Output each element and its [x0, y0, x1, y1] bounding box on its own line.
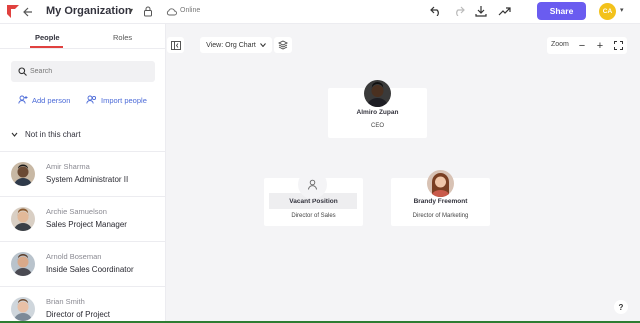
redo-icon[interactable]	[451, 3, 467, 19]
node-name: Almiro Zupan	[356, 109, 399, 116]
person-role: Sales Project Manager	[46, 220, 127, 229]
person-name: Archie Samuelson	[46, 207, 107, 216]
zoom-in-icon[interactable]: +	[593, 38, 607, 53]
node-photo-avatar[interactable]	[427, 170, 454, 197]
search-input[interactable]	[30, 64, 150, 79]
document-title[interactable]: My Organization	[46, 5, 132, 17]
trending-up-icon[interactable]	[496, 3, 512, 19]
tab-divider	[0, 48, 165, 49]
zoom-controls: Zoom − +	[547, 37, 627, 54]
chevron-down-icon	[259, 42, 266, 49]
add-person-label: Add person	[32, 96, 71, 105]
add-person-button[interactable]: Add person	[18, 95, 70, 106]
search-box[interactable]	[11, 61, 155, 82]
view-selector[interactable]: View: Org Chart	[200, 37, 272, 53]
vacant-person-icon[interactable]	[298, 170, 327, 199]
lock-icon[interactable]	[143, 6, 153, 17]
zoom-out-icon[interactable]: −	[575, 38, 589, 53]
avatar	[11, 252, 35, 276]
sidebar: People Roles Add person Import people No…	[0, 24, 166, 323]
app-logo-icon[interactable]	[6, 4, 20, 19]
tab-roles[interactable]: Roles	[113, 33, 132, 42]
not-in-chart-section-toggle[interactable]: Not in this chart	[11, 130, 81, 139]
list-item[interactable]: Archie Samuelson Sales Project Manager	[0, 197, 165, 241]
node-role: Director of Sales	[291, 213, 336, 219]
node-name: Vacant Position	[289, 198, 338, 205]
download-icon[interactable]	[473, 3, 489, 19]
layers-icon[interactable]	[274, 37, 292, 53]
avatar	[11, 207, 35, 231]
help-button[interactable]: ?	[614, 300, 628, 314]
view-label: View: Org Chart	[206, 41, 256, 49]
import-people-icon	[86, 95, 97, 106]
node-role: Director of Marketing	[412, 213, 469, 219]
person-name: Brian Smith	[46, 297, 85, 306]
import-people-button[interactable]: Import people	[86, 95, 147, 106]
collapse-sidebar-icon[interactable]	[167, 37, 184, 53]
person-role: Inside Sales Coordinator	[46, 265, 134, 274]
person-role: System Administrator II	[46, 175, 129, 184]
person-name: Amir Sharma	[46, 162, 90, 171]
avatar	[11, 162, 35, 186]
section-label: Not in this chart	[25, 130, 81, 139]
chevron-down-icon	[11, 130, 18, 139]
node-photo-avatar[interactable]	[364, 80, 391, 107]
save-status: Online	[180, 7, 201, 14]
chevron-down-icon[interactable]: ▾	[620, 6, 624, 14]
add-person-icon	[18, 95, 28, 106]
person-name: Arnold Boseman	[46, 252, 102, 261]
avatar	[11, 297, 35, 321]
top-bar: My Organization ▾ Online Share CA ▾	[0, 0, 640, 24]
org-chart-canvas[interactable]	[166, 24, 640, 323]
cloud-icon	[166, 7, 177, 16]
user-avatar[interactable]: CA	[599, 3, 616, 20]
share-button[interactable]: Share	[537, 2, 586, 20]
node-name: Brandy Freemont	[413, 198, 468, 205]
list-item[interactable]: Amir Sharma System Administrator II	[0, 152, 165, 196]
node-role: CEO	[370, 123, 384, 129]
list-item[interactable]: Arnold Boseman Inside Sales Coordinator	[0, 242, 165, 286]
chevron-down-icon[interactable]: ▾	[129, 6, 133, 15]
undo-icon[interactable]	[428, 3, 444, 19]
search-icon	[18, 67, 27, 76]
back-arrow-icon[interactable]	[22, 4, 34, 19]
fullscreen-icon[interactable]	[611, 38, 625, 53]
tab-people[interactable]: People	[35, 33, 60, 42]
import-people-label: Import people	[101, 96, 147, 105]
zoom-label: Zoom	[551, 41, 569, 48]
list-item[interactable]: Brian Smith Director of Project Implemen…	[0, 287, 165, 323]
